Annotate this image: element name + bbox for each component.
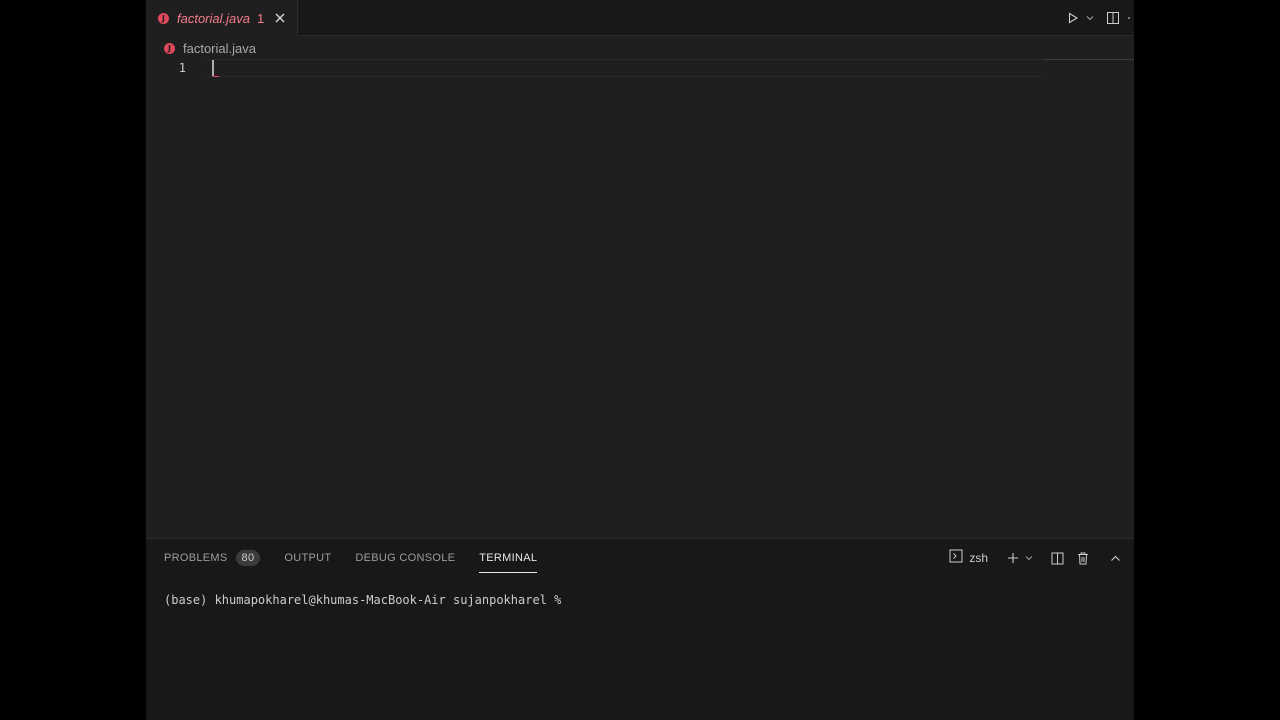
java-error-icon: J (158, 12, 169, 24)
tab-terminal[interactable]: TERMINAL (479, 547, 538, 573)
bottom-panel: PROBLEMS 80 OUTPUT DEBUG CONSOLE TERMINA… (146, 538, 1134, 720)
shell-name: zsh (969, 551, 988, 565)
chevron-down-icon[interactable] (1084, 7, 1096, 29)
editor-tab-bar: J factorial.java 1 (146, 0, 1134, 36)
terminal-output[interactable]: (base) khumapokharel@khumas-MacBook-Air … (164, 593, 569, 607)
tab-debug-console-label: DEBUG CONSOLE (355, 552, 456, 564)
tab-label: factorial.java (177, 10, 250, 26)
problems-count-badge: 80 (235, 550, 261, 566)
minimap-slider[interactable] (1044, 59, 1134, 60)
close-icon[interactable] (273, 11, 287, 25)
chevron-up-icon[interactable] (1104, 547, 1126, 569)
tab-output-label: OUTPUT (284, 552, 332, 564)
terminal-shell-selector[interactable]: zsh (949, 549, 988, 568)
tab-debug-console[interactable]: DEBUG CONSOLE (355, 547, 455, 569)
tab-terminal-label: TERMINAL (479, 552, 538, 564)
more-actions-icon[interactable] (1124, 7, 1134, 29)
editor-actions (1062, 0, 1134, 36)
breadcrumb-file[interactable]: factorial.java (183, 41, 256, 56)
breadcrumb: J factorial.java (146, 37, 1134, 59)
code-editor[interactable]: 1 (146, 59, 1134, 537)
chevron-down-icon[interactable] (1024, 547, 1034, 569)
panel-tabs: PROBLEMS 80 OUTPUT DEBUG CONSOLE TERMINA… (164, 547, 561, 573)
tab-factorial-java[interactable]: J factorial.java 1 (146, 0, 298, 36)
line-number: 1 (178, 61, 186, 75)
panel-actions: zsh (949, 547, 1126, 569)
java-error-icon: J (164, 42, 175, 54)
tab-problems-label: PROBLEMS (164, 552, 228, 564)
tab-problem-count: 1 (256, 10, 265, 26)
split-editor-icon[interactable] (1102, 7, 1124, 29)
run-icon[interactable] (1062, 7, 1084, 29)
tab-problems[interactable]: PROBLEMS 80 (164, 547, 261, 569)
error-squiggle (213, 74, 219, 77)
current-line-highlight (204, 59, 1044, 77)
trash-icon[interactable] (1072, 547, 1094, 569)
tab-output[interactable]: OUTPUT (284, 547, 331, 569)
vscode-window: J factorial.java 1 J factorial.java 1 PR… (146, 0, 1134, 720)
terminal-icon (949, 549, 963, 568)
split-terminal-icon[interactable] (1046, 547, 1068, 569)
new-terminal-icon[interactable] (1002, 547, 1024, 569)
